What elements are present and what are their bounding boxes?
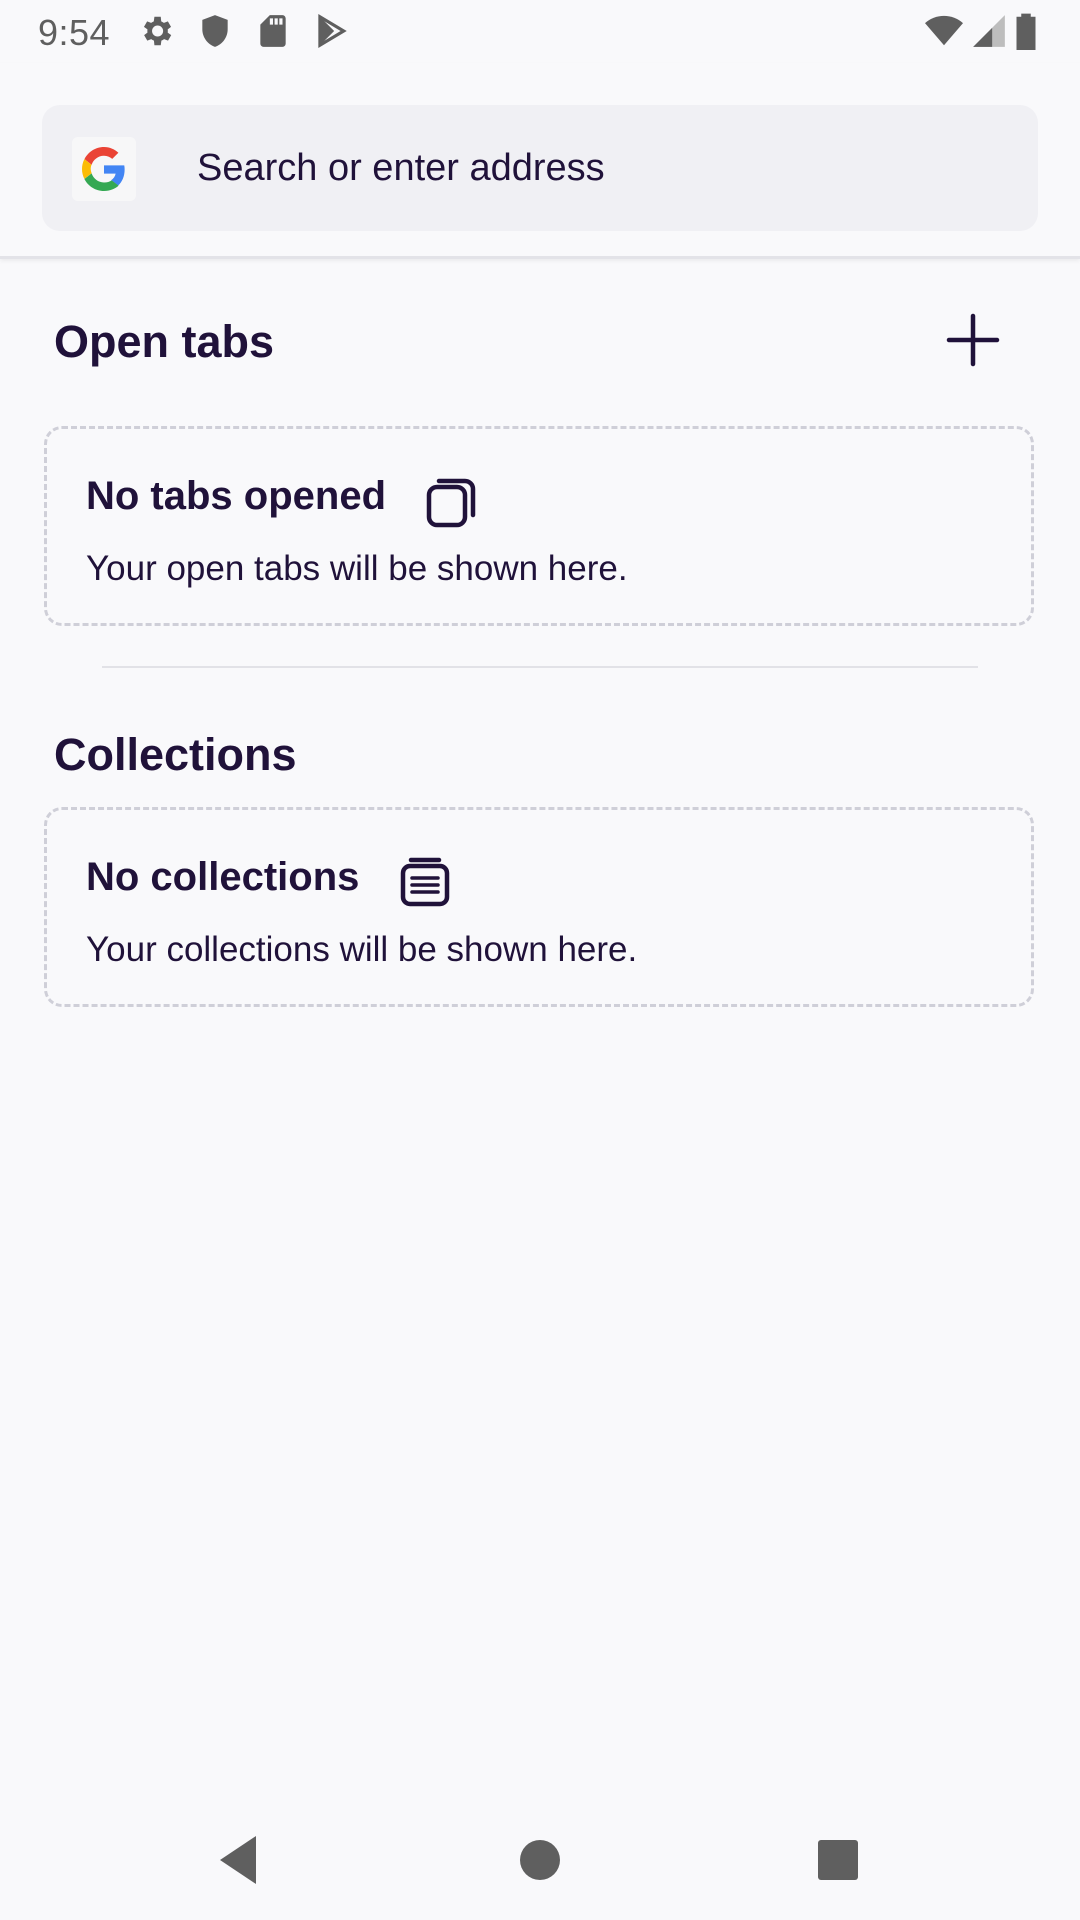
- search-placeholder[interactable]: Search or enter address: [197, 147, 605, 190]
- address-bar[interactable]: Search or enter address: [42, 105, 1038, 231]
- system-nav-bar: [0, 1800, 1080, 1920]
- cell-signal-icon: [970, 12, 1008, 50]
- tabs-icon: [423, 473, 479, 529]
- battery-icon: [1014, 12, 1048, 50]
- settings-icon: [137, 12, 175, 50]
- collections-title: Collections: [54, 729, 297, 780]
- section-divider: [102, 666, 978, 668]
- back-button[interactable]: [208, 1830, 268, 1890]
- no-collections-card: No collections Your collections will be …: [44, 807, 1034, 1007]
- home-icon: [520, 1840, 560, 1880]
- collection-icon: [397, 854, 453, 910]
- status-bar: 9:54: [0, 0, 1080, 63]
- shield-icon: [196, 12, 234, 50]
- status-time: 9:54: [38, 12, 111, 53]
- no-tabs-description: Your open tabs will be shown here.: [86, 549, 628, 588]
- wifi-icon: [922, 12, 966, 50]
- plus-icon: [946, 313, 1000, 367]
- screen: 9:54 Search or enter address Open tabs N…: [0, 0, 1080, 1920]
- toolbar: Search or enter address: [0, 63, 1080, 259]
- no-tabs-title: No tabs opened: [86, 474, 387, 518]
- add-tab-button[interactable]: [945, 312, 1001, 368]
- google-logo-icon[interactable]: [72, 137, 136, 201]
- no-collections-title: No collections: [86, 855, 360, 899]
- play-store-icon: [312, 12, 350, 50]
- recents-button[interactable]: [808, 1830, 868, 1890]
- sd-card-icon: [254, 12, 292, 50]
- back-icon: [220, 1836, 256, 1884]
- home-button[interactable]: [510, 1830, 570, 1890]
- no-tabs-card: No tabs opened Your open tabs will be sh…: [44, 426, 1034, 626]
- no-collections-description: Your collections will be shown here.: [86, 930, 638, 969]
- open-tabs-title: Open tabs: [54, 316, 275, 367]
- recents-icon: [818, 1840, 858, 1880]
